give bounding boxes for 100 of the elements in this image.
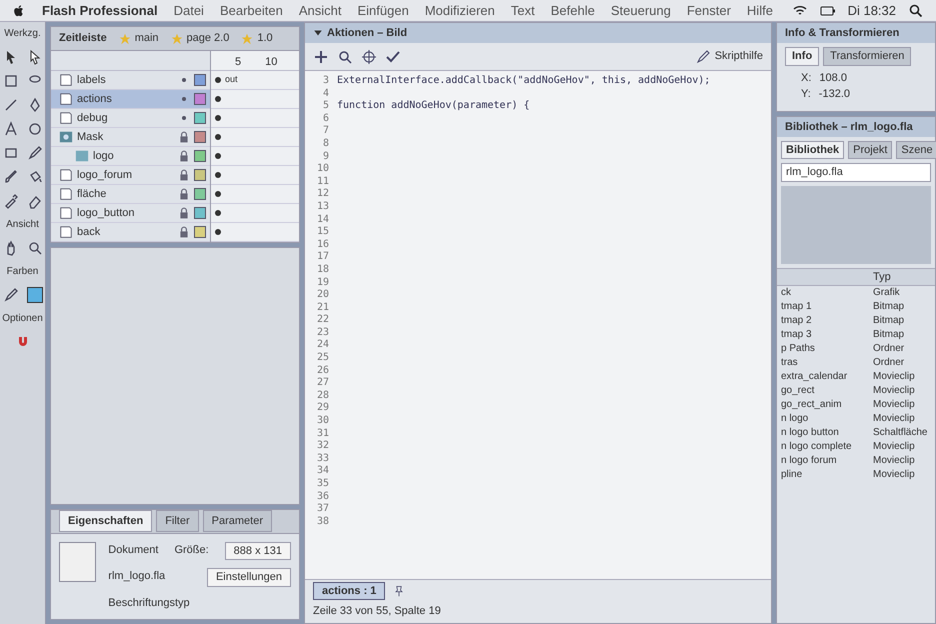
line-number: 37 [316,503,329,516]
oval-icon[interactable] [26,121,42,137]
lock-state[interactable] [178,150,190,162]
panel-tab[interactable]: Projekt [848,140,892,159]
panel-tab[interactable]: Transformieren [823,47,912,66]
settings-button[interactable]: Einstellungen [206,568,291,586]
layer-icon[interactable] [59,187,73,201]
layer-row[interactable]: actions [51,90,210,109]
layer-icon[interactable] [59,168,73,182]
layer-icon[interactable] [59,73,73,87]
collapse-triangle-icon[interactable] [313,28,323,38]
search-icon[interactable] [908,2,924,18]
layer-row[interactable]: back [51,223,210,242]
panel-tab[interactable]: Info [785,47,820,66]
keyframe-icon [215,115,221,121]
layer-icon[interactable] [59,92,73,106]
frame-number: 10 [265,54,278,70]
menu-item[interactable]: Modifizieren [424,0,495,20]
panel-tab[interactable]: Szene [896,140,936,159]
plus-icon[interactable] [313,48,329,64]
panel-tab[interactable]: Eigenschaften [59,510,152,532]
crosshair-icon[interactable] [361,48,377,64]
menu-item[interactable]: Ansicht [298,0,342,20]
star-icon[interactable] [241,32,254,44]
text-icon[interactable] [2,121,18,137]
star-icon[interactable] [170,32,183,44]
brush-icon[interactable] [2,169,18,185]
layer-color-swatch[interactable] [194,93,206,105]
layer-icon[interactable] [59,206,73,220]
script-help-button[interactable]: Skripthilfe [714,48,763,65]
line-number: 35 [316,478,329,491]
layer-row[interactable]: debug [51,109,210,128]
menu-item[interactable]: Text [510,0,535,20]
menu-item[interactable]: Fenster [686,0,731,20]
lock-state[interactable] [178,188,190,200]
panel-tab[interactable]: Bibliothek [781,140,844,159]
mask-layer-icon[interactable] [59,130,73,144]
library-item-type: Movieclip [873,468,915,482]
breadcrumb-link[interactable]: page 2.0 [186,30,230,47]
layer-row[interactable]: fläche [51,185,210,204]
library-item-name: go_rect [781,384,816,398]
pencil-icon[interactable] [2,287,18,303]
fill-color-swatch[interactable] [26,287,42,303]
menu-item[interactable]: Datei [174,0,204,20]
line-number: 28 [316,390,329,402]
line-number: 17 [316,251,329,264]
breadcrumb-link[interactable]: 1.0 [257,30,273,47]
library-item-name: p Paths [781,342,816,356]
layer-color-swatch[interactable] [194,226,206,238]
layer-color-swatch[interactable] [194,188,206,200]
panel-tab[interactable]: Filter [156,510,199,532]
pencil-icon[interactable] [26,145,42,161]
layer-row[interactable]: logo [51,147,210,166]
layer-row[interactable]: logo_button [51,204,210,223]
layer-color-swatch[interactable] [194,74,206,86]
pencil-icon[interactable] [694,48,711,64]
layer-color-swatch[interactable] [194,169,206,181]
code-line: ExternalInterface.addCallback("addNoGeHov", this, addNoGeHov); [337,75,710,88]
menu-item[interactable]: Steuerung [610,0,671,20]
keyframe-icon [215,191,221,197]
menu-item[interactable]: Hilfe [746,0,773,20]
panel-tab[interactable]: Parameter [202,510,272,532]
line-number: 34 [316,465,329,478]
lock-state[interactable] [178,207,190,219]
search-icon[interactable] [337,48,353,64]
line-number: 10 [316,163,329,176]
line-number: 20 [316,289,329,302]
layer-icon[interactable] [59,225,73,239]
line-number: 12 [316,188,329,201]
lock-state[interactable] [178,226,190,238]
menu-item[interactable]: Befehle [550,0,595,20]
layer-row[interactable]: logo_forum [51,166,210,185]
status-text: Zeile 33 von 55, Spalte 19 [312,604,442,618]
line-number: 32 [316,440,329,453]
star-icon[interactable] [118,32,131,44]
layer-color-swatch[interactable] [194,207,206,219]
layer-icon[interactable] [59,111,73,125]
breadcrumb-link[interactable]: main [134,30,159,47]
lock-state[interactable] [178,131,190,143]
section-title: Farben [6,265,38,279]
layer-color-swatch[interactable] [194,131,206,143]
library-item-name: tmap 1 [781,300,813,314]
script-tab[interactable]: actions : 1 [313,582,386,600]
menu-item[interactable]: Einfügen [357,0,409,20]
line-number: 3 [322,75,329,88]
zoom-icon[interactable] [26,240,42,256]
size-button[interactable]: 888 x 131 [224,542,291,560]
menu-item[interactable]: Bearbeiten [220,0,283,20]
line-number: 30 [316,415,329,428]
checkmark-icon[interactable] [385,48,401,64]
apple-logo-icon[interactable] [12,4,26,18]
timeline-tab[interactable]: Zeitleiste [59,30,107,47]
line-number: 5 [322,100,329,113]
eyedropper-icon[interactable] [2,193,18,209]
layer-color-swatch[interactable] [194,112,206,124]
file-dropdown[interactable]: rlm_logo.fla [781,163,931,182]
lock-state[interactable] [178,169,190,181]
layer-row[interactable]: Mask [51,128,210,147]
layer-color-swatch[interactable] [194,150,206,162]
pin-icon[interactable] [393,585,406,597]
